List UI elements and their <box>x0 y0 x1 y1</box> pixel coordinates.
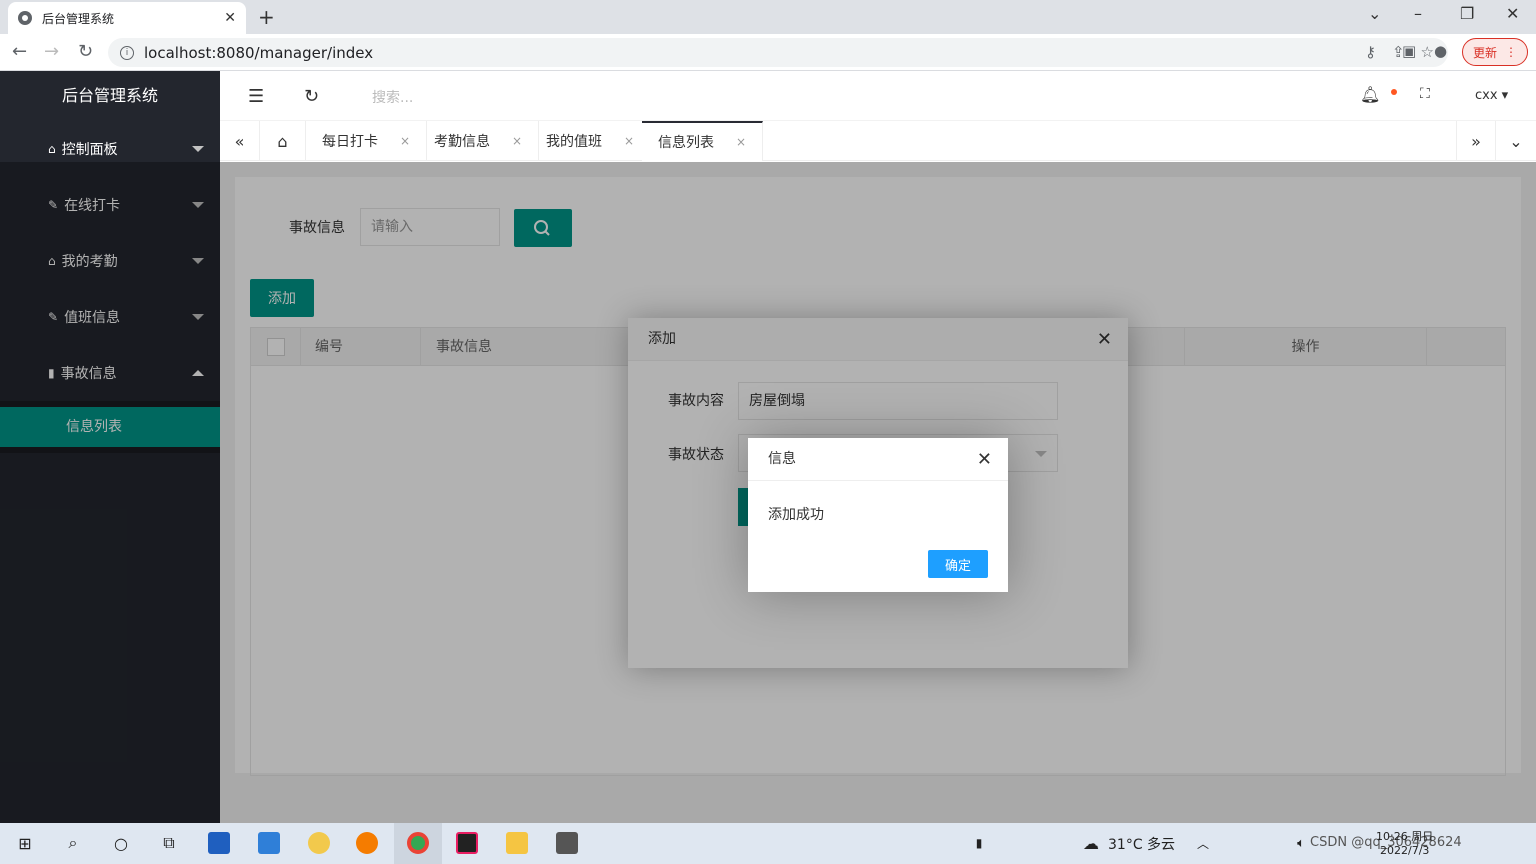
close-tab-icon[interactable]: × <box>736 135 746 149</box>
message-dialog: 信息 ✕ 添加成功 确定 <box>748 438 1008 592</box>
dialog-header: 信息 ✕ <box>748 438 1008 481</box>
dialog-message: 添加成功 <box>768 507 824 523</box>
back-icon[interactable]: ← <box>12 41 27 62</box>
browser-tab[interactable]: 后台管理系统 ✕ <box>8 2 246 34</box>
close-tab-icon[interactable]: ✕ <box>224 10 236 26</box>
reload-icon[interactable]: ↻ <box>78 41 93 62</box>
mail-icon[interactable] <box>258 832 280 854</box>
page-tabs: « ⌂ 每日打卡 × 考勤信息 × 我的值班 × 信息列表 × » ⌄ <box>220 121 1536 161</box>
store-icon[interactable] <box>208 832 230 854</box>
forward-icon[interactable]: → <box>44 41 59 62</box>
tab-label: 信息列表 <box>658 135 714 151</box>
update-label: 更新 <box>1472 45 1497 60</box>
intellij-icon[interactable] <box>456 832 478 854</box>
close-tab-icon[interactable]: × <box>512 134 522 148</box>
tab-attendance-info[interactable]: 考勤信息 × <box>418 121 540 161</box>
weather-text[interactable]: 31°C 多云 <box>1108 834 1175 854</box>
minimize-icon[interactable]: – <box>1414 4 1422 23</box>
update-button[interactable]: 更新 ⋮ <box>1462 38 1528 66</box>
usb-icon[interactable]: ▮ <box>968 832 990 854</box>
app-icon[interactable] <box>308 832 330 854</box>
browser-tab-bar: 后台管理系统 ✕ + ⌄ – ❐ ✕ <box>0 0 1536 34</box>
refresh-icon[interactable]: ↻ <box>304 86 319 107</box>
tab-label: 每日打卡 <box>322 134 378 150</box>
address-bar: ← → ↻ i localhost:8080/manager/index ⚷ ⇪… <box>0 34 1536 71</box>
tab-label: 考勤信息 <box>434 134 490 150</box>
tabs-menu-icon[interactable]: ⌄ <box>1496 121 1536 161</box>
globe-icon <box>18 11 32 25</box>
notification-dot <box>1391 89 1397 95</box>
folder-icon[interactable] <box>506 832 528 854</box>
browser-tab-title: 后台管理系统 <box>42 11 115 26</box>
windows-start-icon[interactable]: ⊞ <box>14 832 36 854</box>
weather-icon: ☁ <box>1083 833 1099 853</box>
tab-my-duty[interactable]: 我的值班 × <box>530 121 652 161</box>
info-icon[interactable]: i <box>120 45 134 60</box>
url-text: localhost:8080/manager/index <box>144 43 374 62</box>
close-tab-icon[interactable]: × <box>400 134 410 148</box>
dialog-close-icon[interactable]: ✕ <box>977 438 992 481</box>
taskbar: ⊞ ⌕ ○ ⧉ ▮ ☁ 31°C 多云 ︿ 🔈︎ CSDN @qq_306428… <box>0 823 1536 864</box>
chrome-icon[interactable] <box>407 832 429 854</box>
volume-icon[interactable]: 🔈︎ <box>1290 832 1312 854</box>
tab-info-list[interactable]: 信息列表 × <box>642 121 764 161</box>
terminal-icon[interactable] <box>556 832 578 854</box>
top-header: ☰ ↻ 搜索... 🔔︎ ⛶ cxx ▾ <box>220 71 1536 121</box>
tab-label: 我的值班 <box>546 134 602 150</box>
sidebar-item-label: 控制面板 <box>61 142 118 158</box>
task-view-icon[interactable]: ⧉ <box>158 832 180 854</box>
chevron-down-icon[interactable]: ⌄ <box>1368 4 1381 23</box>
caret-down-icon <box>192 146 204 152</box>
new-tab-button[interactable]: + <box>258 5 275 29</box>
app-logo: 后台管理系统 <box>61 86 158 105</box>
key-icon[interactable]: ⚷ <box>1365 43 1376 61</box>
close-tab-icon[interactable]: × <box>624 134 634 148</box>
username: cxx <box>1475 88 1498 103</box>
tabs-scroll-left-icon[interactable]: « <box>220 121 260 161</box>
user-menu[interactable]: cxx ▾ <box>1475 88 1508 103</box>
clock-time[interactable]: 10:26 周日 <box>1376 828 1433 844</box>
cortana-icon[interactable]: ○ <box>110 832 132 854</box>
firefox-icon[interactable] <box>356 832 378 854</box>
more-icon: ⋮ <box>1505 45 1517 59</box>
fullscreen-icon[interactable]: ⛶ <box>1420 86 1430 102</box>
window-close-icon[interactable]: ✕ <box>1506 4 1519 23</box>
clock-date[interactable]: 2022/7/3 <box>1380 844 1429 857</box>
tabs-scroll-right-icon[interactable]: » <box>1456 121 1496 161</box>
dialog-ok-button[interactable]: 确定 <box>928 550 988 578</box>
home-icon: ⌂ <box>48 142 56 156</box>
search-icon[interactable]: ⌕ <box>62 832 84 854</box>
menu-toggle-icon[interactable]: ☰ <box>248 86 264 107</box>
bell-icon[interactable]: 🔔︎ <box>1360 85 1380 104</box>
profile-icon[interactable]: ● <box>1434 42 1447 60</box>
header-search-input[interactable]: 搜索... <box>372 87 413 107</box>
sidepanel-icon[interactable]: ▣ <box>1402 42 1416 60</box>
tab-daily-clockin[interactable]: 每日打卡 × <box>306 121 428 161</box>
dialog-title: 信息 <box>768 451 796 467</box>
tray-chevron-up-icon[interactable]: ︿ <box>1192 832 1214 854</box>
url-field[interactable]: i localhost:8080/manager/index ⚷ ⇪ ☆ <box>108 38 1448 67</box>
star-icon[interactable]: ☆ <box>1421 43 1434 61</box>
home-tab-icon[interactable]: ⌂ <box>260 121 306 161</box>
restore-icon[interactable]: ❐ <box>1460 4 1474 23</box>
